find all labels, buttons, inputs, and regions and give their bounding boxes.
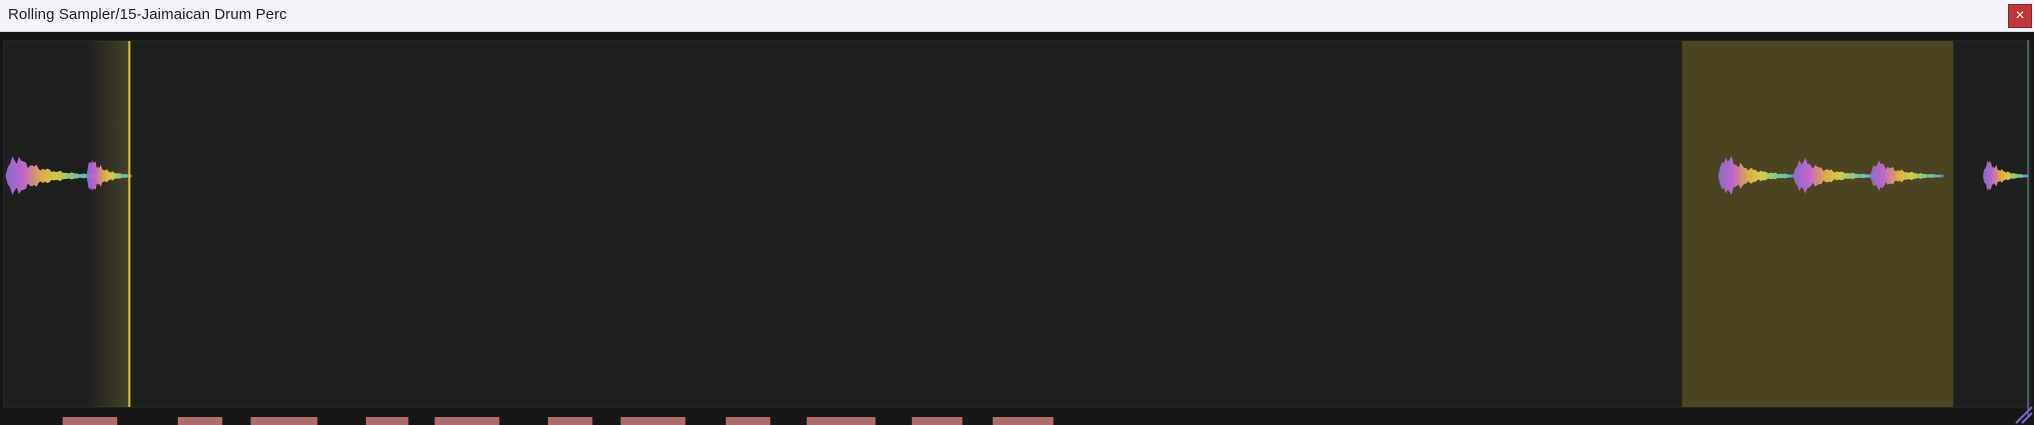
close-button[interactable]: × [2008, 4, 2032, 28]
loop-region[interactable] [1682, 41, 1954, 407]
sample-editor [0, 33, 2034, 425]
bottom-marker-block [250, 417, 318, 425]
bottom-marker-block [725, 417, 771, 425]
window-title: Rolling Sampler/15-Jaimaican Drum Perc [8, 6, 287, 23]
bottom-marker-block [806, 417, 876, 425]
close-icon: × [2015, 7, 2025, 24]
bottom-marker-block [911, 417, 963, 425]
window-titlebar: Rolling Sampler/15-Jaimaican Drum Perc × [0, 0, 2034, 32]
bottom-marker-block [177, 417, 223, 425]
bottom-marker-block [547, 417, 593, 425]
bottom-marker-block [434, 417, 500, 425]
bottom-marker-block [620, 417, 686, 425]
waveform-display[interactable] [0, 33, 2034, 425]
bottom-marker-block [992, 417, 1054, 425]
playhead-fade [87, 41, 130, 407]
bottom-marker-block [62, 417, 118, 425]
bottom-marker-block [365, 417, 409, 425]
